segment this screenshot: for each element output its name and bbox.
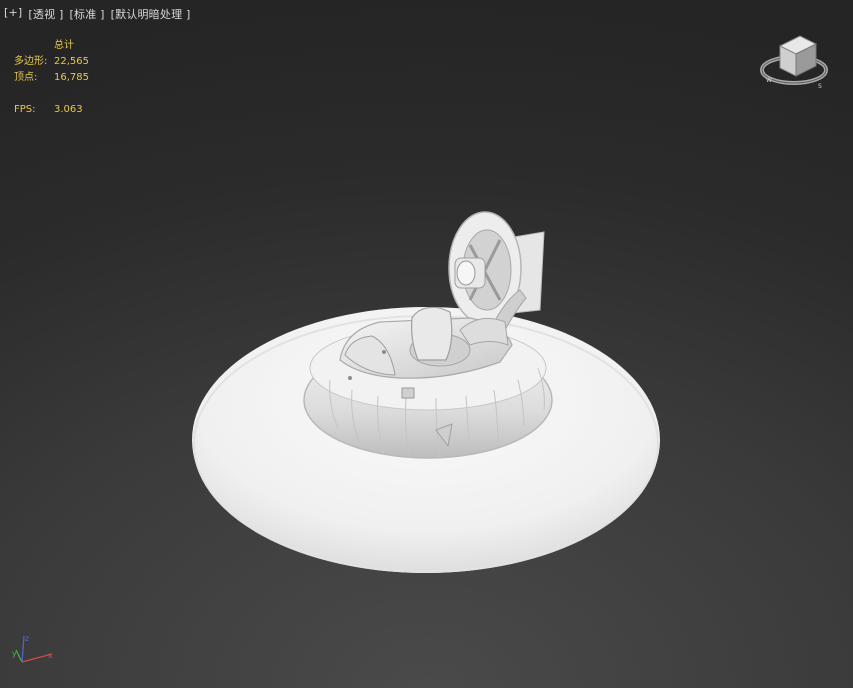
viewcube-navigator[interactable]: W S	[758, 30, 836, 94]
hovercraft-model-render	[192, 211, 660, 573]
3d-viewport[interactable]: [+] [透视 ] [标准 ] [默认明暗处理 ] 总计 多边形: 22,565…	[0, 0, 853, 688]
axis-y-label: y	[12, 649, 17, 658]
axis-z-label: z	[25, 634, 29, 643]
viewcube-icon[interactable]: W S	[758, 30, 836, 94]
svg-text:W: W	[766, 77, 772, 84]
svg-text:S: S	[818, 83, 822, 90]
axis-tripod-icon: x y z	[8, 632, 56, 668]
axis-x-label: x	[48, 651, 53, 660]
